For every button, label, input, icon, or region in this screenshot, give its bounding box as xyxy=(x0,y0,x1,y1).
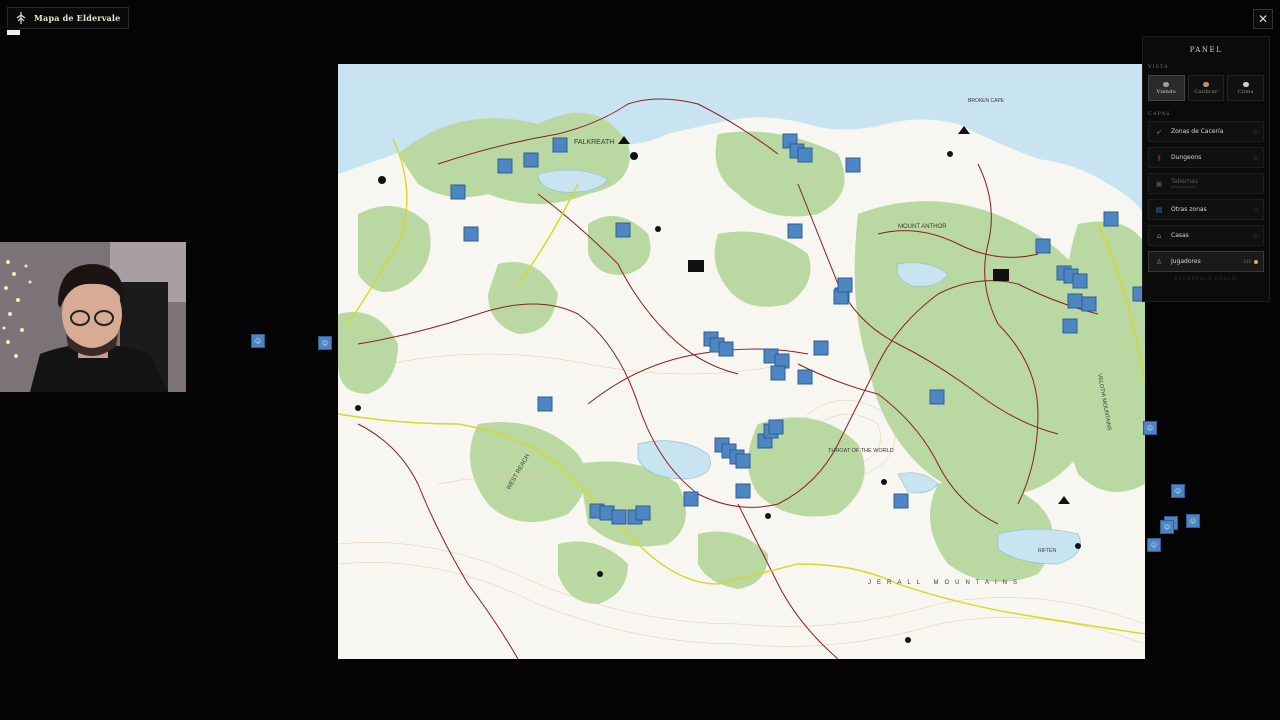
bow-icon: ➶ xyxy=(1156,127,1162,136)
player-marker[interactable] xyxy=(552,137,568,153)
player-marker[interactable] xyxy=(735,453,751,469)
player-marker[interactable] xyxy=(635,505,651,521)
mug-icon: ▣ xyxy=(1155,179,1163,188)
player-marker[interactable] xyxy=(837,277,853,293)
compass-icon xyxy=(1203,81,1209,87)
menu-toggle-icon[interactable] xyxy=(7,27,20,35)
eye-icon xyxy=(1163,81,1170,87)
map-canvas[interactable]: FALKREATH MOUNT ANTHOR THROAT OF THE WOR… xyxy=(338,64,1145,659)
cloud-icon xyxy=(1242,81,1249,87)
player-marker[interactable]: ☺ xyxy=(1147,538,1161,552)
player-marker[interactable]: ☺ xyxy=(251,334,265,348)
player-marker[interactable] xyxy=(1067,293,1083,309)
layer-jugadores[interactable]: ♙ Jugadores 148 xyxy=(1148,251,1264,272)
player-marker[interactable] xyxy=(1103,211,1119,227)
scroll-icon: ▤ xyxy=(1155,205,1163,214)
player-marker[interactable] xyxy=(735,483,751,499)
player-marker[interactable] xyxy=(718,341,734,357)
layer-tabernas: ▣ Tabernas próximamente xyxy=(1148,173,1264,194)
label-mount-anthor: MOUNT ANTHOR xyxy=(898,224,947,230)
player-marker[interactable] xyxy=(1035,238,1051,254)
player-marker[interactable] xyxy=(1062,318,1078,334)
view-button-label: Clima xyxy=(1237,88,1254,95)
layer-dungeons[interactable]: ⚷ Dungeons ○ xyxy=(1148,147,1264,168)
layer-state: ○ xyxy=(1253,154,1258,161)
layer-label: Tabernas xyxy=(1171,178,1198,185)
player-marker[interactable] xyxy=(787,223,803,239)
layer-state: ○ xyxy=(1253,128,1258,135)
player-marker[interactable] xyxy=(1072,273,1088,289)
player-marker[interactable] xyxy=(463,226,479,242)
player-marker[interactable] xyxy=(523,152,539,168)
label-jerall: JERALL MOUNTAINS xyxy=(868,580,1023,586)
player-marker[interactable] xyxy=(537,396,553,412)
player-marker[interactable] xyxy=(450,184,466,200)
player-marker[interactable]: ☺ xyxy=(1186,514,1200,528)
view-button-calibrar[interactable]: Calibrar xyxy=(1187,75,1225,101)
side-panel: PANEL VISTA Viendo Calibrar Clima CAPAS … xyxy=(1142,36,1270,302)
view-button-label: Calibrar xyxy=(1194,88,1218,95)
label-riften: RIFTEN xyxy=(1038,548,1056,554)
label-throat: THROAT OF THE WORLD xyxy=(828,448,894,454)
player-marker[interactable] xyxy=(1081,296,1097,312)
layer-zonas-caceria[interactable]: ➶ Zonas de Cacería ○ xyxy=(1148,121,1264,142)
layer-active-dot xyxy=(1254,259,1258,264)
layer-label: Dungeons xyxy=(1171,154,1202,161)
player-marker[interactable] xyxy=(615,222,631,238)
label-broken-cape: BROKEN CAPE xyxy=(968,98,1005,104)
player-marker[interactable] xyxy=(929,389,945,405)
player-marker[interactable] xyxy=(611,509,627,525)
tree-logo-icon xyxy=(16,12,26,24)
view-button-label: Viendo xyxy=(1156,88,1176,95)
player-marker[interactable] xyxy=(683,491,699,507)
layer-otras-zonas[interactable]: ▤ Otras zonas ○ xyxy=(1148,199,1264,220)
layers-section-label: CAPAS xyxy=(1148,111,1171,117)
app-title: Mapa de Eldervale xyxy=(34,13,121,23)
player-marker[interactable]: ☺ xyxy=(1160,520,1174,534)
player-marker[interactable] xyxy=(768,419,784,435)
label-falkreath: FALKREATH xyxy=(574,139,614,146)
player-marker[interactable] xyxy=(845,157,861,173)
player-icon: ♙ xyxy=(1155,257,1163,266)
house-icon: ⌂ xyxy=(1156,231,1162,240)
view-button-clima[interactable]: Clima xyxy=(1227,75,1265,101)
player-marker[interactable] xyxy=(893,493,909,509)
layer-state: ○ xyxy=(1253,206,1258,213)
player-marker[interactable]: ☺ xyxy=(318,336,332,350)
layer-label: Otras zonas xyxy=(1171,206,1207,213)
view-button-viendo[interactable]: Viendo xyxy=(1148,75,1185,101)
player-marker[interactable]: ☺ xyxy=(1143,421,1157,435)
player-marker[interactable] xyxy=(497,158,513,174)
player-marker[interactable] xyxy=(770,365,786,381)
layer-label: Zonas de Cacería xyxy=(1171,128,1224,135)
close-button[interactable]: ✕ xyxy=(1253,9,1273,29)
key-icon: ⚷ xyxy=(1156,153,1162,162)
panel-footer: ELDERVALE REALM xyxy=(1174,277,1238,282)
map-viewport[interactable]: FALKREATH MOUNT ANTHOR THROAT OF THE WOR… xyxy=(338,64,1145,659)
layer-sublabel: próximamente xyxy=(1171,185,1197,189)
webcam-overlay xyxy=(0,242,186,392)
player-marker[interactable] xyxy=(813,340,829,356)
layer-casas[interactable]: ⌂ Casas ○ xyxy=(1148,225,1264,246)
panel-title: PANEL xyxy=(1189,46,1223,54)
layer-list: ➶ Zonas de Cacería ○ ⚷ Dungeons ○ ▣ Tabe… xyxy=(1148,121,1264,272)
layer-count: 148 xyxy=(1243,259,1251,264)
player-marker[interactable] xyxy=(797,369,813,385)
layer-label: Jugadores xyxy=(1171,258,1201,265)
layer-label: Casas xyxy=(1171,232,1189,239)
app-title-badge[interactable]: Mapa de Eldervale xyxy=(7,7,130,29)
player-marker[interactable] xyxy=(797,147,813,163)
view-section-label: VISTA xyxy=(1148,64,1169,70)
layer-state: ○ xyxy=(1253,232,1258,239)
player-marker[interactable]: ☺ xyxy=(1171,484,1185,498)
view-mode-group: Viendo Calibrar Clima xyxy=(1148,75,1265,101)
close-icon: ✕ xyxy=(1257,12,1269,26)
